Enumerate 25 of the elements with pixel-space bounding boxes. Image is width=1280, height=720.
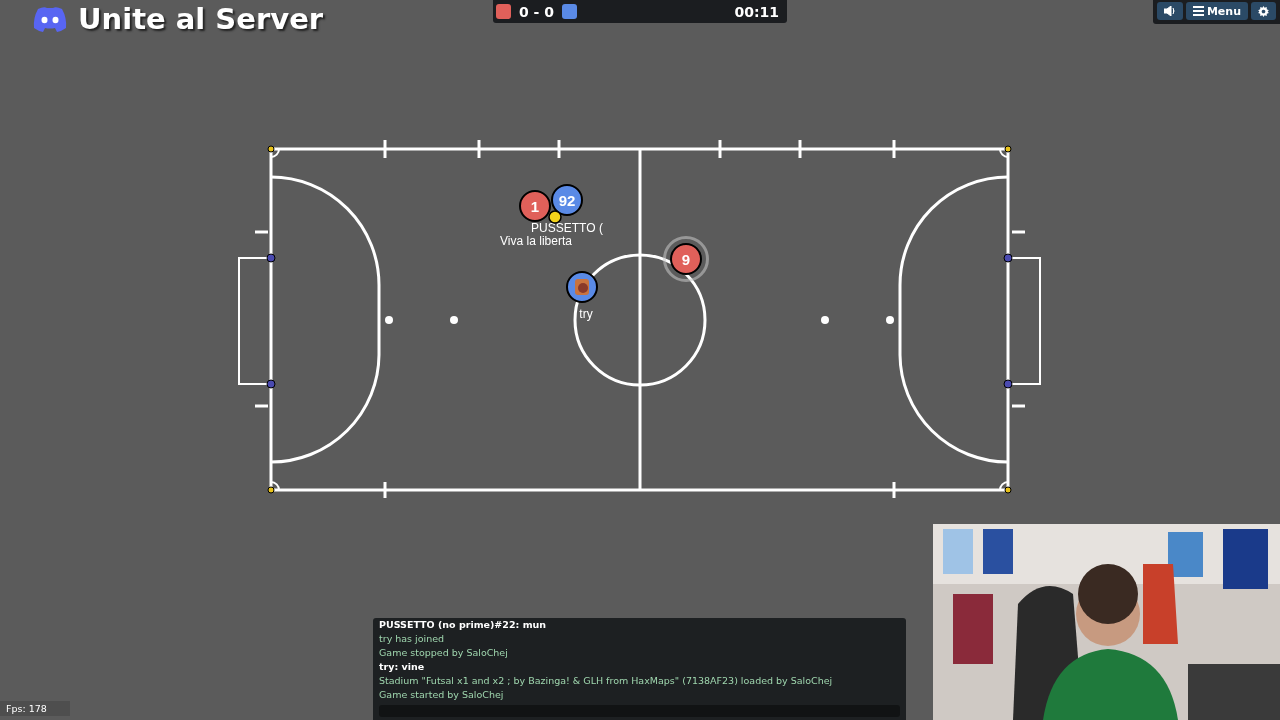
player-token: 92 [551, 184, 583, 216]
player-name: PUSSETTO ( [531, 221, 603, 235]
chat-message: try: vine [379, 660, 426, 674]
menu-button[interactable]: Menu [1185, 2, 1248, 20]
player-name: Viva la liberta [500, 234, 572, 248]
ball [548, 210, 562, 224]
menu-icon [1192, 6, 1204, 16]
speaker-icon [1163, 6, 1176, 16]
chat-message: try has joined [379, 632, 446, 646]
settings-button[interactable] [1251, 2, 1276, 20]
settings-icon [1258, 5, 1269, 17]
chat-message: Game started by SaloChej [379, 688, 505, 702]
match-timer: 00:11 [734, 3, 779, 20]
overlay-title: Unite al Server [78, 2, 324, 36]
score-text: 0 - 0 [519, 3, 555, 20]
avatar-icon [575, 279, 589, 295]
player-token: 9 [670, 243, 702, 275]
chat-message: PUSSETTO (no prime)#22: mun [379, 618, 548, 632]
fps-counter: Fps: 178 [0, 701, 70, 716]
sound-button[interactable] [1156, 2, 1183, 20]
chat-message: Stadium "Futsal x1 and x2 ; by Bazinga! & GLH from HaxMaps" (7138AF23) loaded by SaloChej [379, 674, 834, 688]
player-token: 1 [519, 190, 551, 222]
chat-message: Game stopped by SaloChej [379, 646, 509, 660]
player-name: try [579, 307, 593, 321]
chat-logo-icon [32, 6, 68, 32]
